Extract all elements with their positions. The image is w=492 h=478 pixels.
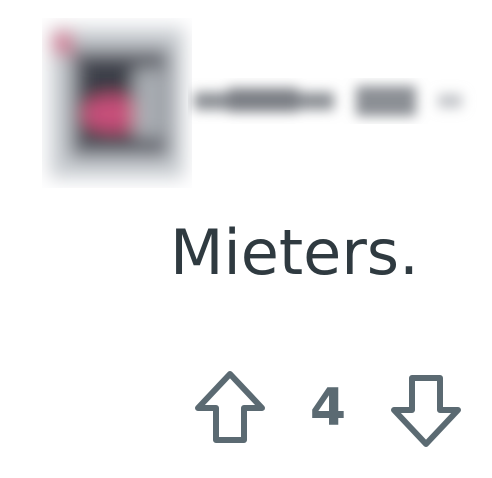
vote-score: 4 — [309, 378, 347, 438]
arrow-down-outline-icon — [391, 375, 461, 447]
downvote-button[interactable] — [386, 368, 466, 452]
avatar[interactable] — [42, 18, 192, 188]
username-redacted[interactable] — [188, 78, 478, 124]
arrow-up-outline-icon — [195, 371, 265, 443]
vote-bar: 4 — [190, 368, 470, 452]
redacted-username-graphic — [194, 86, 462, 116]
comment-body: Mieters. — [170, 216, 419, 289]
upvote-button[interactable] — [190, 368, 270, 452]
avatar-image — [50, 28, 184, 178]
